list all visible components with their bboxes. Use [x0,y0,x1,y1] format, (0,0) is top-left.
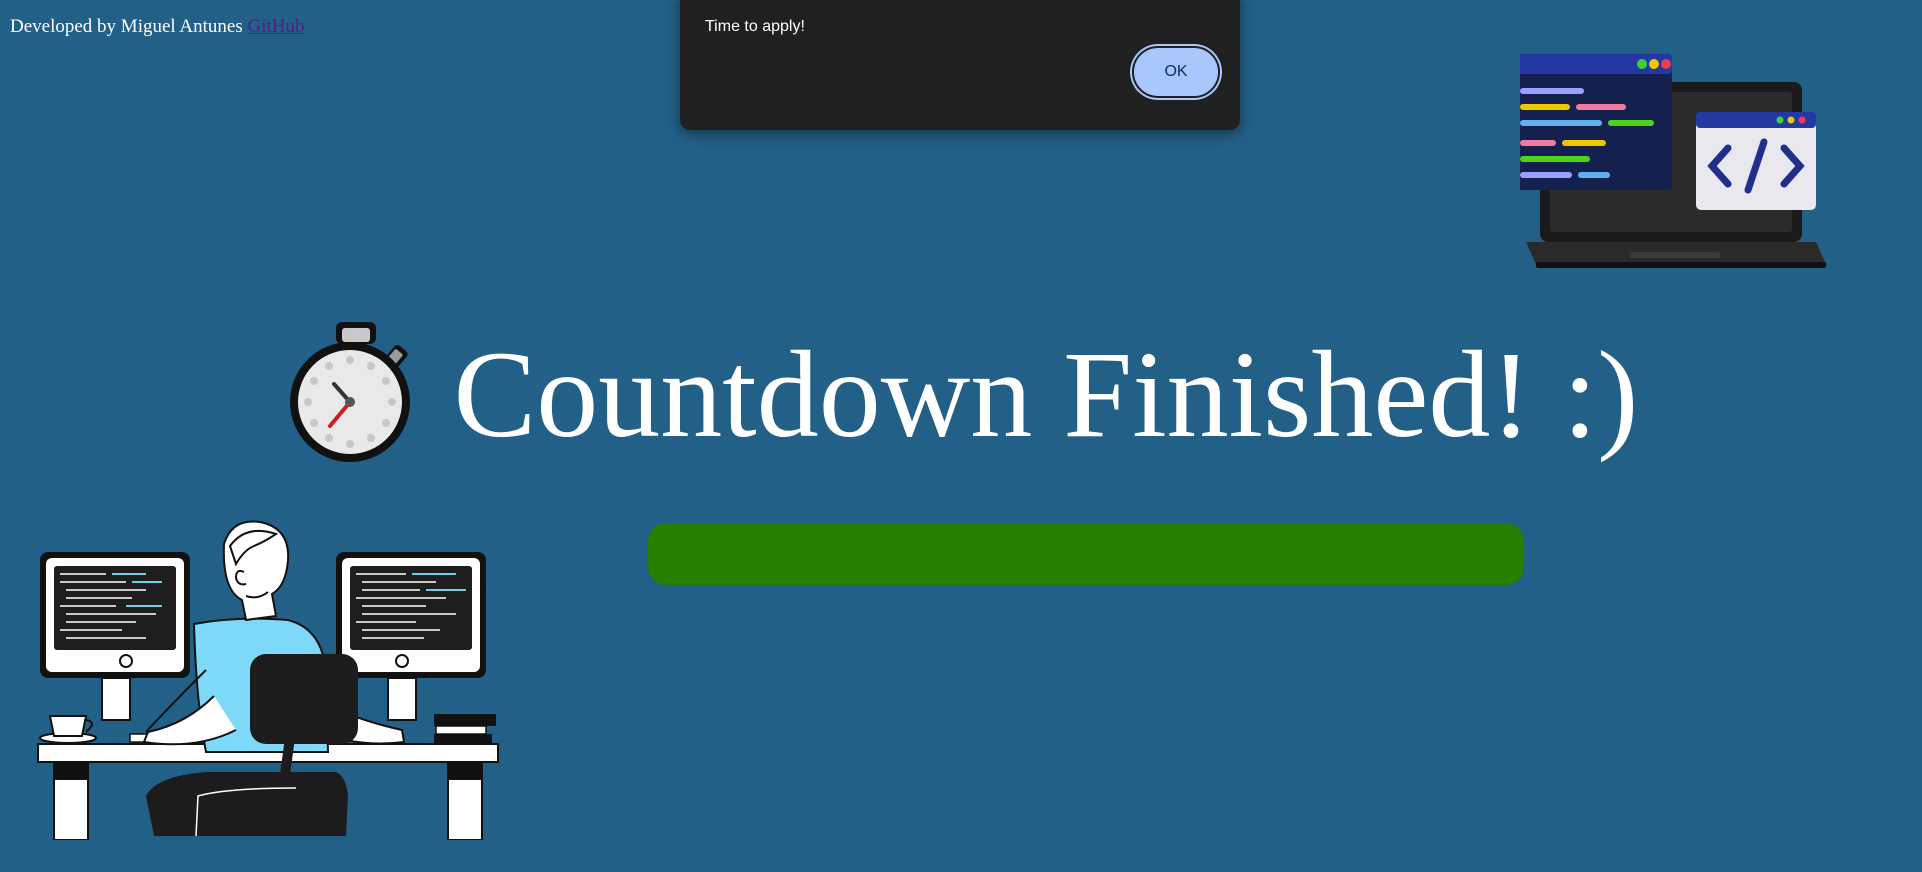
progress-fill [648,523,1524,585]
credit-text: Developed by Miguel Antunes [10,16,248,37]
countdown-progress-bar [648,523,1524,585]
credit-line: Developed by Miguel Antunes GitHub [10,16,304,38]
ok-button[interactable]: OK [1132,46,1220,98]
headline-row: Countdown Finished! :) [0,320,1922,469]
laptop-code-illustration [1508,50,1840,285]
stopwatch-icon [284,320,414,469]
developer-desk-illustration [36,520,516,845]
alert-message: Time to apply! [705,18,805,35]
countdown-heading: Countdown Finished! :) [453,325,1639,463]
github-link[interactable]: GitHub [247,16,304,37]
alert-dialog: Time to apply! OK [680,0,1240,130]
